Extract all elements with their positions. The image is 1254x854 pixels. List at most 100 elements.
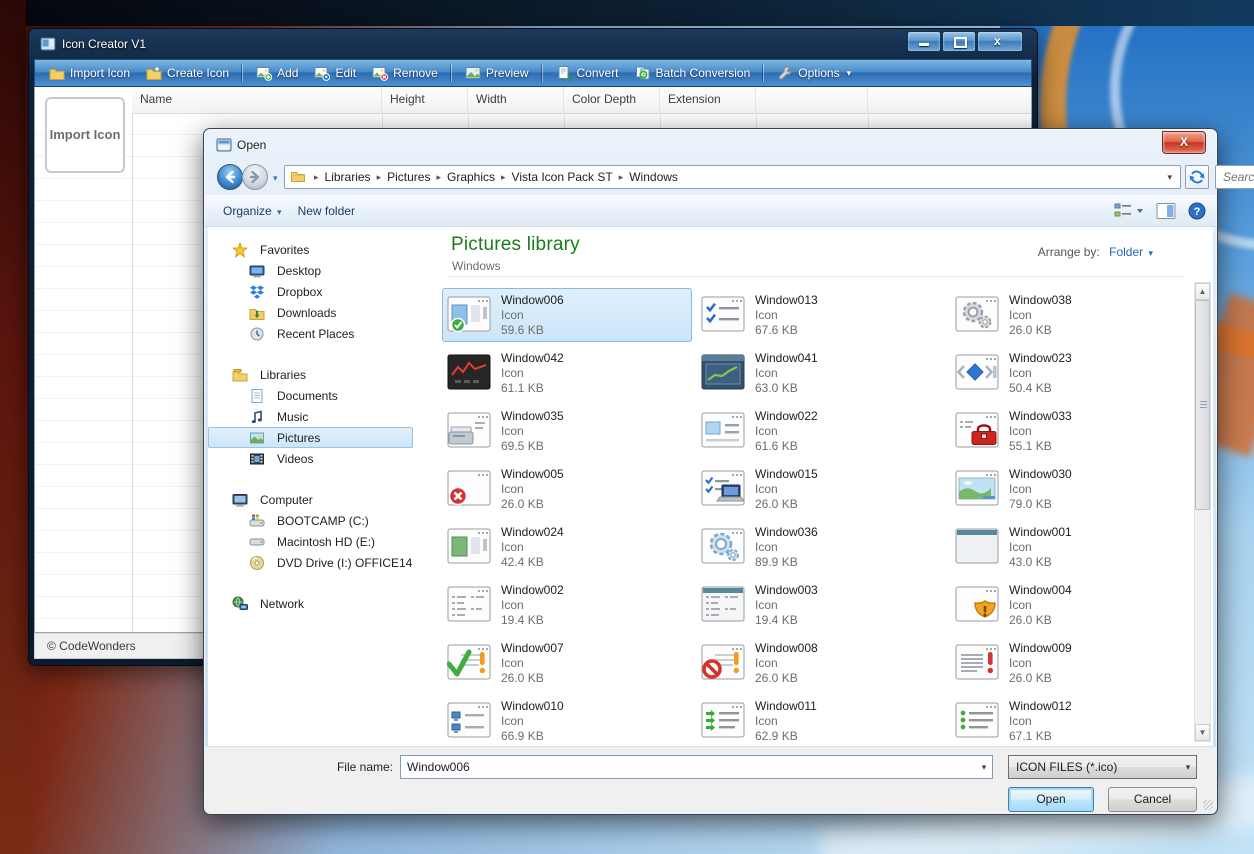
file-item-window008[interactable]: Window008 Icon 26.0 KB [696, 636, 946, 690]
column-header-width[interactable]: Width [468, 87, 564, 113]
breadcrumb-separator-icon: ▸ [436, 171, 441, 182]
file-item-window013[interactable]: Window013 Icon 67.6 KB [696, 288, 946, 342]
cancel-button[interactable]: Cancel [1108, 787, 1197, 812]
file-item-window038[interactable]: Window038 Icon 26.0 KB [950, 288, 1200, 342]
file-item-window035[interactable]: Window035 Icon 69.5 KB [442, 404, 692, 458]
breadcrumb-item-vista-icon-pack-st[interactable]: Vista Icon Pack ST [512, 170, 613, 184]
file-item-window007[interactable]: Window007 Icon 26.0 KB [442, 636, 692, 690]
nav-item-label: BOOTCAMP (C:) [277, 513, 369, 528]
file-size: 42.4 KB [501, 555, 544, 569]
forward-button[interactable] [242, 164, 268, 190]
icon-creator-titlebar[interactable]: Icon Creator V1 x [29, 29, 1037, 59]
breadcrumb-item-graphics[interactable]: Graphics [447, 170, 495, 184]
column-header-blank[interactable] [756, 87, 868, 113]
import-icon-dropzone[interactable]: Import Icon [45, 97, 125, 173]
nav-item-macintosh-hd-e-[interactable]: Macintosh HD (E:) [208, 531, 436, 552]
nav-item-computer[interactable]: Computer [208, 489, 436, 510]
nav-item-dropbox[interactable]: Dropbox [208, 281, 436, 302]
toolbar-button-preview[interactable]: Preview [457, 62, 537, 84]
nav-item-pictures[interactable]: Pictures [208, 427, 413, 448]
breadcrumb-dropdown-icon[interactable]: ▾ [1167, 172, 1180, 183]
open-button[interactable]: Open [1008, 787, 1094, 812]
maximize-button[interactable] [942, 31, 976, 52]
file-item-window001[interactable]: Window001 Icon 43.0 KB [950, 520, 1200, 574]
file-name: Window005 [501, 467, 564, 481]
views-button[interactable] [1114, 202, 1144, 220]
file-type-combo[interactable]: ICON FILES (*.ico) ▾ [1008, 755, 1197, 779]
file-item-window010[interactable]: Window010 Icon 66.9 KB [442, 694, 692, 748]
nav-item-libraries[interactable]: Libraries [208, 364, 436, 385]
file-item-window030[interactable]: Window030 Icon 79.0 KB [950, 462, 1200, 516]
file-item-window041[interactable]: Window041 Icon 63.0 KB [696, 346, 946, 400]
scroll-thumb[interactable] [1195, 300, 1210, 510]
resize-grip-icon[interactable] [1203, 800, 1213, 810]
organize-button[interactable]: Organize ▾ [215, 200, 290, 222]
close-button[interactable]: x [977, 31, 1023, 52]
minimize-button[interactable] [907, 31, 941, 52]
nav-item-recent-places[interactable]: Recent Places [208, 323, 436, 344]
file-item-window011[interactable]: Window011 Icon 62.9 KB [696, 694, 946, 748]
toolbar-button-label: Options [798, 66, 840, 80]
refresh-button[interactable] [1185, 165, 1209, 189]
scrollbar[interactable]: ▲ ▼ [1194, 282, 1211, 742]
file-item-window033[interactable]: Window033 Icon 55.1 KB [950, 404, 1200, 458]
dialog-close-button[interactable]: X [1162, 131, 1206, 154]
toolbar-button-edit[interactable]: Edit [306, 62, 364, 84]
file-item-window004[interactable]: Window004 Icon 26.0 KB [950, 578, 1200, 632]
file-item-window024[interactable]: Window024 Icon 42.4 KB [442, 520, 692, 574]
preview-pane-button[interactable] [1156, 202, 1176, 220]
arrange-by-value[interactable]: Folder ▾ [1109, 245, 1153, 259]
nav-item-bootcamp-c-[interactable]: BOOTCAMP (C:) [208, 510, 436, 531]
file-type: Icon [1009, 424, 1032, 438]
window-laptop-checklist-icon [701, 470, 745, 509]
file-item-window009[interactable]: Window009 Icon 26.0 KB [950, 636, 1200, 690]
file-item-window036[interactable]: Window036 Icon 89.9 KB [696, 520, 946, 574]
scroll-up-button[interactable]: ▲ [1195, 283, 1210, 300]
file-type: Icon [1009, 656, 1032, 670]
file-item-window022[interactable]: Window022 Icon 61.6 KB [696, 404, 946, 458]
library-title: Pictures library [451, 234, 580, 255]
column-header-extension[interactable]: Extension [660, 87, 756, 113]
nav-item-videos[interactable]: Videos [208, 448, 436, 469]
breadcrumb-item-windows[interactable]: Windows [629, 170, 678, 184]
file-item-window012[interactable]: Window012 Icon 67.1 KB [950, 694, 1200, 748]
file-item-window003[interactable]: Window003 Icon 19.4 KB [696, 578, 946, 632]
file-name-dropdown-icon[interactable]: ▾ [976, 762, 992, 773]
file-name-input[interactable] [401, 759, 976, 775]
toolbar-button-batch-conversion[interactable]: Batch Conversion [627, 62, 759, 84]
column-header-height[interactable]: Height [382, 87, 468, 113]
file-item-window042[interactable]: Window042 Icon 61.1 KB [442, 346, 692, 400]
search-input[interactable] [1216, 170, 1254, 184]
nav-section-network: Network [208, 593, 436, 614]
help-button[interactable]: ? [1188, 202, 1206, 220]
file-type-value: ICON FILES (*.ico) [1016, 760, 1118, 774]
toolbar-button-options[interactable]: Options ▾ [769, 62, 859, 84]
file-item-window023[interactable]: Window023 Icon 50.4 KB [950, 346, 1200, 400]
toolbar-button-convert[interactable]: Convert [548, 62, 627, 84]
nav-item-documents[interactable]: Documents [208, 385, 436, 406]
nav-item-favorites[interactable]: Favorites [208, 239, 436, 260]
back-button[interactable] [217, 164, 243, 190]
nav-item-desktop[interactable]: Desktop [208, 260, 436, 281]
nav-item-label: Videos [277, 451, 314, 466]
file-item-window005[interactable]: Window005 Icon 26.0 KB [442, 462, 692, 516]
file-size: 62.9 KB [755, 729, 798, 743]
breadcrumb-item-libraries[interactable]: Libraries [325, 170, 371, 184]
file-item-window015[interactable]: Window015 Icon 26.0 KB [696, 462, 946, 516]
file-item-window006[interactable]: Window006 Icon 59.6 KB [442, 288, 692, 342]
nav-item-dvd-drive-i-office14[interactable]: DVD Drive (I:) OFFICE14 [208, 552, 436, 573]
toolbar-button-remove[interactable]: Remove [364, 62, 446, 84]
nav-item-downloads[interactable]: Downloads [208, 302, 436, 323]
toolbar-button-add[interactable]: Add [248, 62, 306, 84]
recent-pages-chevron[interactable]: ▾ [273, 173, 278, 184]
file-item-window002[interactable]: Window002 Icon 19.4 KB [442, 578, 692, 632]
breadcrumb-item-pictures[interactable]: Pictures [387, 170, 430, 184]
column-header-name[interactable]: Name [132, 87, 382, 113]
toolbar-button-create-icon[interactable]: Create Icon [138, 62, 237, 84]
scroll-down-button[interactable]: ▼ [1195, 724, 1210, 741]
column-header-color-depth[interactable]: Color Depth [564, 87, 660, 113]
nav-item-network[interactable]: Network [208, 593, 436, 614]
new-folder-button[interactable]: New folder [290, 200, 363, 222]
nav-item-music[interactable]: Music [208, 406, 436, 427]
toolbar-button-import-icon[interactable]: Import Icon [41, 62, 138, 84]
